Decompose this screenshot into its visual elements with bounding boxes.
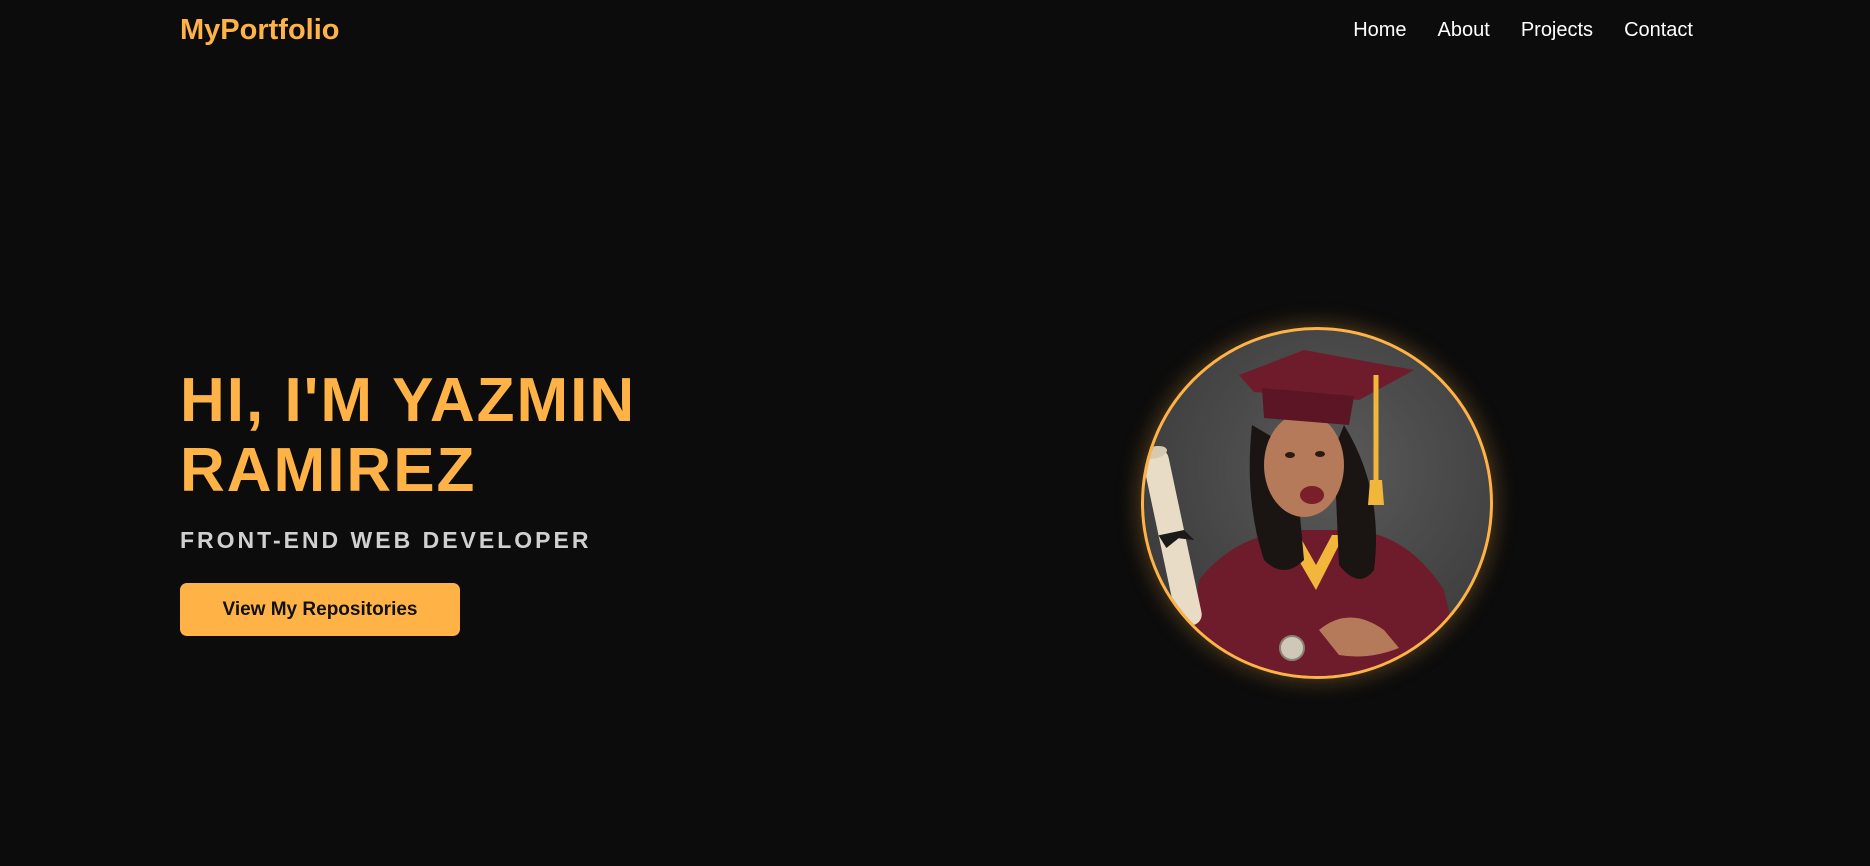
nav-link-about[interactable]: About [1438, 17, 1490, 43]
brand-logo-link[interactable]: MyPortfolio [180, 13, 340, 47]
profile-photo [1141, 327, 1493, 679]
hero-section: HI, I'M YAZMIN RAMIREZ FRONT-END WEB DEV… [180, 366, 880, 636]
hero-title: HI, I'M YAZMIN RAMIREZ [180, 366, 880, 506]
top-navbar: MyPortfolio Home About Projects Contact [0, 0, 1870, 62]
view-repositories-button[interactable]: View My Repositories [180, 583, 460, 636]
hero-title-line-1: HI, I'M YAZMIN [180, 366, 637, 435]
portfolio-page: MyPortfolio Home About Projects Contact … [0, 0, 1870, 866]
hero-title-line-2: RAMIREZ [180, 436, 477, 505]
nav-link-home[interactable]: Home [1353, 17, 1406, 43]
nav-links: Home About Projects Contact [1353, 17, 1693, 43]
hero-subtitle: FRONT-END WEB DEVELOPER [180, 527, 592, 553]
nav-link-contact[interactable]: Contact [1624, 17, 1693, 43]
nav-link-projects[interactable]: Projects [1521, 17, 1593, 43]
graduate-portrait-illustration [1144, 350, 1464, 676]
